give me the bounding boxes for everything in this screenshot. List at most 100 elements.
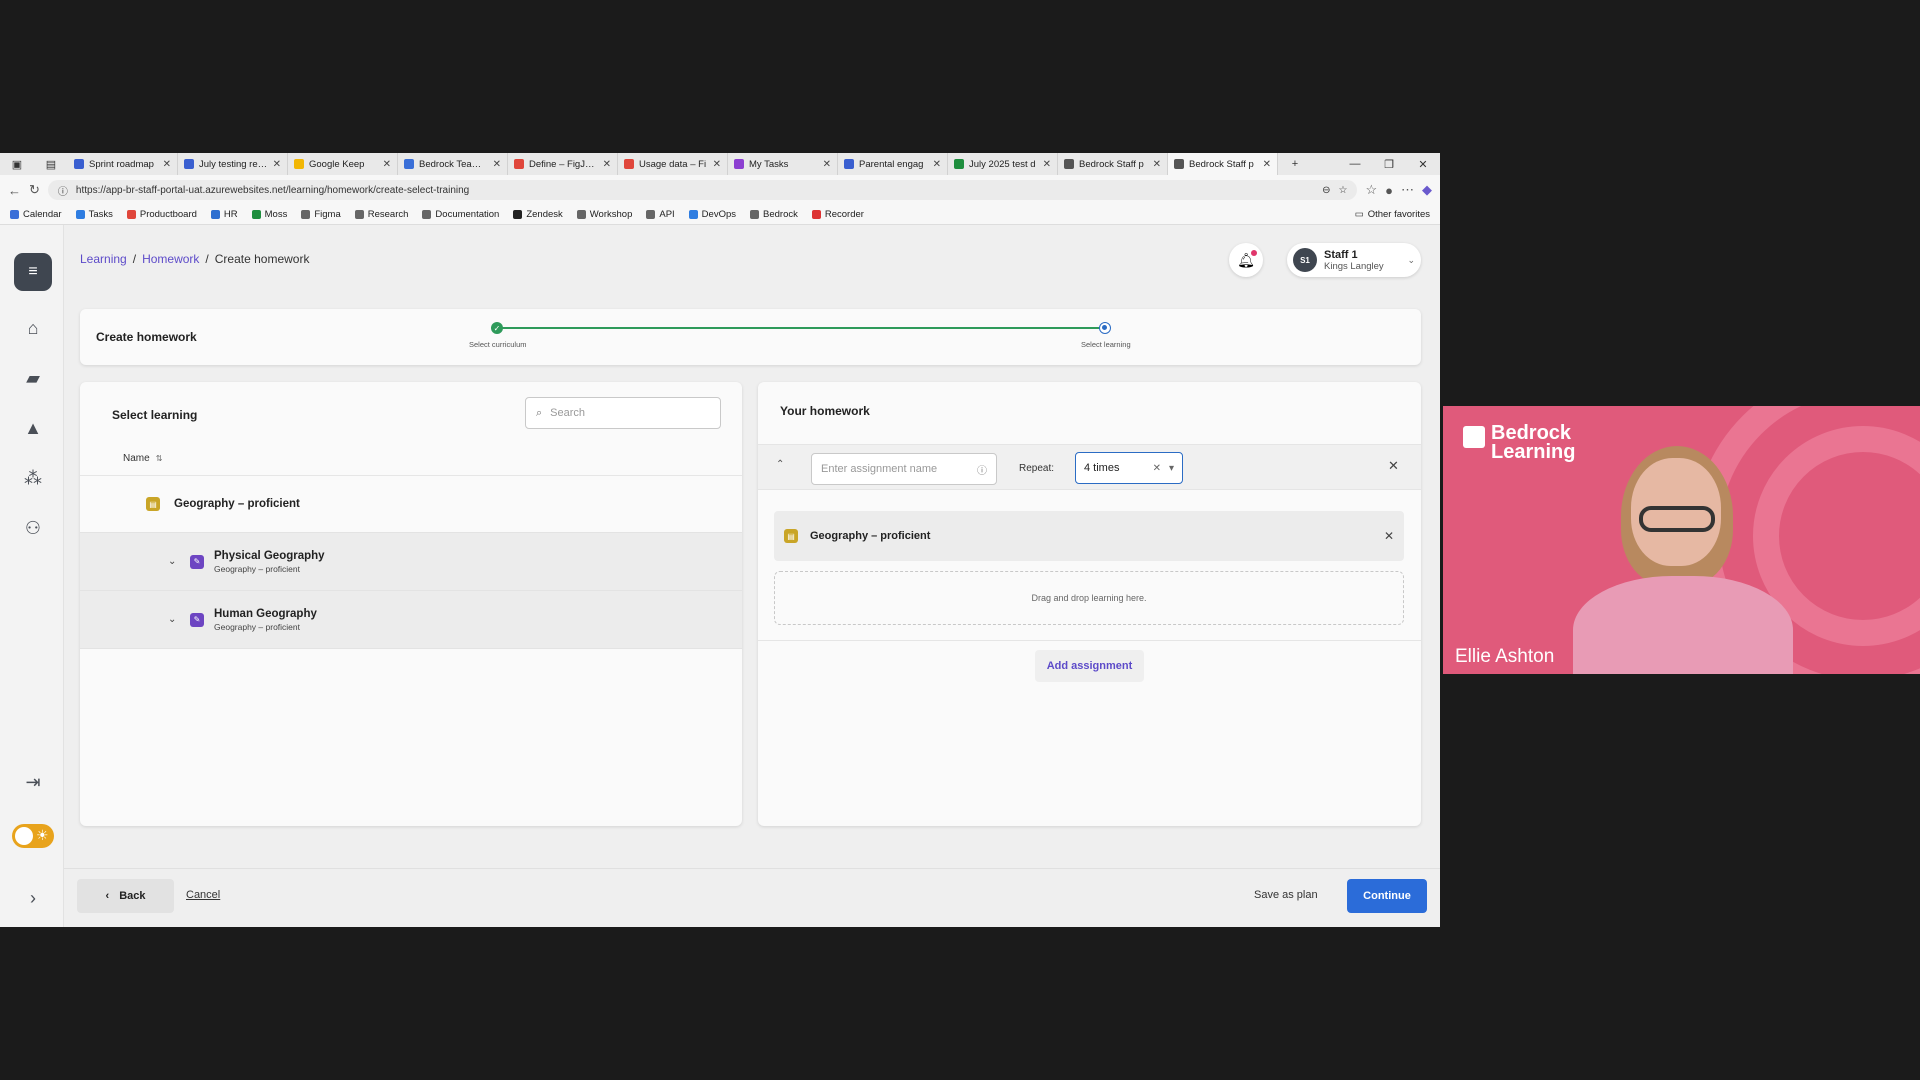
close-tab-icon[interactable]: ✕ bbox=[603, 159, 611, 170]
bookmark-item[interactable]: Recorder bbox=[811, 209, 864, 220]
browser-tab[interactable]: My Tasks ✕ bbox=[728, 153, 838, 175]
extensions-icon[interactable]: ⋯ bbox=[1401, 182, 1414, 198]
collapse-chevron-icon[interactable]: ⌃ bbox=[776, 459, 784, 470]
notifications-button[interactable]: 🔔︎ bbox=[1229, 243, 1263, 277]
add-assignment-button[interactable]: Add assignment bbox=[1035, 650, 1144, 682]
table-row[interactable]: ⌄ ✎ Physical Geography Geography – profi… bbox=[80, 533, 742, 591]
other-favorites[interactable]: ▭ Other favorites bbox=[1355, 209, 1430, 220]
remove-assignment-icon[interactable]: ✕ bbox=[1388, 458, 1399, 474]
dropdown-arrow-icon[interactable]: ▾ bbox=[1169, 463, 1174, 474]
close-tab-icon[interactable]: ✕ bbox=[1153, 159, 1161, 170]
expand-chevron-icon[interactable]: › bbox=[20, 885, 46, 911]
chevron-down-icon[interactable]: ⌄ bbox=[168, 614, 180, 625]
url-field[interactable]: ⓘ https://app-br-staff-portal-uat.azurew… bbox=[47, 180, 1358, 200]
close-tab-icon[interactable]: ✕ bbox=[823, 159, 831, 170]
browser-tab[interactable]: Bedrock Staff p ✕ bbox=[1168, 153, 1278, 175]
browser-tab[interactable]: Define – FigJam ✕ bbox=[508, 153, 618, 175]
browser-window: ▣ ▤ Sprint roadmap ✕ July testing requ ✕ Goo… bbox=[0, 153, 1440, 927]
bookmark-item[interactable]: Productboard bbox=[126, 209, 197, 220]
homework-item[interactable]: ▤ Geography – proficient ✕ bbox=[774, 511, 1404, 561]
browser-tab[interactable]: Parental engag ✕ bbox=[838, 153, 948, 175]
browser-tab[interactable]: Google Keep ✕ bbox=[288, 153, 398, 175]
graduation-cap-icon[interactable]: ▲ bbox=[20, 415, 46, 441]
close-tab-icon[interactable]: ✕ bbox=[933, 159, 941, 170]
back-arrow-icon[interactable]: ← bbox=[8, 183, 21, 198]
new-tab-icon[interactable]: + bbox=[1278, 158, 1312, 170]
curriculum-icon: ▤ bbox=[146, 497, 160, 511]
bookmark-item[interactable]: Bedrock bbox=[750, 209, 798, 220]
breadcrumb-homework[interactable]: Homework bbox=[142, 252, 199, 266]
repeat-select[interactable]: 4 times ✕ ▾ bbox=[1075, 452, 1183, 484]
browser-tab[interactable]: Sprint roadmap ✕ bbox=[68, 153, 178, 175]
bookmark-item[interactable]: Research bbox=[354, 209, 408, 220]
bookmark-item[interactable]: Zendesk bbox=[513, 209, 563, 220]
cancel-link[interactable]: Cancel bbox=[186, 889, 220, 901]
bookmark-icon bbox=[354, 210, 364, 219]
url-text: https://app-br-staff-portal-uat.azureweb… bbox=[75, 184, 470, 196]
logout-icon[interactable]: ⇥ bbox=[20, 769, 46, 795]
search-input[interactable]: ⌕ Search bbox=[525, 397, 721, 429]
back-button[interactable]: ‹ Back bbox=[77, 879, 174, 913]
step-label-curriculum: Select curriculum bbox=[469, 340, 527, 349]
sort-icon: ⇅ bbox=[155, 454, 163, 463]
browser-tab[interactable]: Bedrock Team E ✕ bbox=[398, 153, 508, 175]
bookmark-icon bbox=[251, 210, 261, 219]
close-tab-icon[interactable]: ✕ bbox=[1263, 159, 1271, 170]
minimize-icon[interactable]: — bbox=[1338, 158, 1372, 170]
home-icon[interactable]: ⌂ bbox=[20, 315, 46, 341]
people-icon[interactable]: ⚇ bbox=[20, 515, 46, 541]
zoom-icon[interactable]: ⊖ bbox=[1322, 185, 1330, 196]
browser-tab[interactable]: Usage data – Fi ✕ bbox=[618, 153, 728, 175]
maximize-icon[interactable]: ❐ bbox=[1372, 158, 1406, 171]
bookmark-item[interactable]: Workshop bbox=[576, 209, 633, 220]
continue-button[interactable]: Continue bbox=[1347, 879, 1427, 913]
bookmark-item[interactable]: Calendar bbox=[10, 209, 62, 220]
remove-item-icon[interactable]: ✕ bbox=[1384, 529, 1394, 543]
user-menu[interactable]: S1 Staff 1 Kings Langley ⌄ bbox=[1287, 243, 1421, 277]
favorites-icon[interactable]: ☆ bbox=[1365, 182, 1377, 198]
copilot-icon[interactable]: ◆ bbox=[1422, 182, 1432, 198]
bookmark-item[interactable]: DevOps bbox=[688, 209, 736, 220]
browser-tab[interactable]: July 2025 test d ✕ bbox=[948, 153, 1058, 175]
close-tab-icon[interactable]: ✕ bbox=[273, 159, 281, 170]
browser-tab[interactable]: July testing requ ✕ bbox=[178, 153, 288, 175]
theme-toggle[interactable]: ☀ bbox=[12, 824, 54, 848]
browser-tab[interactable]: Bedrock Staff p ✕ bbox=[1058, 153, 1168, 175]
column-header-name[interactable]: Name ⇅ bbox=[80, 442, 742, 476]
breadcrumb-learning[interactable]: Learning bbox=[80, 252, 127, 266]
bookmark-item[interactable]: Figma bbox=[301, 209, 341, 220]
bookmark-label: Workshop bbox=[589, 209, 633, 220]
profile-icon[interactable]: ● bbox=[1385, 183, 1393, 198]
workspaces-icon[interactable]: ▣ bbox=[0, 158, 34, 171]
close-tab-icon[interactable]: ✕ bbox=[493, 159, 501, 170]
tab-actions-icon[interactable]: ▤ bbox=[34, 158, 68, 171]
groups-icon[interactable]: ⁂ bbox=[20, 465, 46, 491]
bookmark-item[interactable]: Tasks bbox=[75, 209, 113, 220]
help-icon[interactable]: ⓘ bbox=[977, 462, 987, 477]
step-current-icon[interactable] bbox=[1099, 322, 1111, 334]
clear-icon[interactable]: ✕ bbox=[1153, 463, 1161, 474]
close-tab-icon[interactable]: ✕ bbox=[163, 159, 171, 170]
learning-icon[interactable]: ▰ bbox=[20, 365, 46, 391]
bedrock-logo-icon[interactable]: ≡ bbox=[14, 253, 52, 291]
bookmark-item[interactable]: HR bbox=[210, 209, 238, 220]
bookmark-item[interactable]: Moss bbox=[251, 209, 287, 220]
save-as-plan-button[interactable]: Save as plan bbox=[1254, 889, 1318, 901]
chevron-down-icon[interactable]: ⌄ bbox=[168, 556, 180, 567]
step-complete-icon[interactable]: ✓ bbox=[491, 322, 503, 334]
reload-icon[interactable]: ↻ bbox=[29, 182, 40, 198]
close-tab-icon[interactable]: ✕ bbox=[713, 159, 721, 170]
table-row[interactable]: ▤ Geography – proficient bbox=[80, 476, 742, 533]
assignment-name-input[interactable]: Enter assignment name ⓘ bbox=[811, 453, 997, 485]
close-tab-icon[interactable]: ✕ bbox=[383, 159, 391, 170]
close-window-icon[interactable]: ✕ bbox=[1406, 158, 1440, 171]
favorite-star-icon[interactable]: ☆ bbox=[1339, 185, 1348, 196]
bookmark-item[interactable]: Documentation bbox=[422, 209, 499, 220]
bookmark-icon bbox=[422, 210, 432, 219]
table-row[interactable]: ⌄ ✎ Human Geography Geography – proficie… bbox=[80, 591, 742, 649]
bookmark-item[interactable]: API bbox=[646, 209, 675, 220]
bookmark-icon bbox=[10, 210, 19, 219]
site-info-icon[interactable]: ⓘ bbox=[58, 183, 68, 198]
close-tab-icon[interactable]: ✕ bbox=[1043, 159, 1051, 170]
drop-zone[interactable]: Drag and drop learning here. bbox=[774, 571, 1404, 625]
